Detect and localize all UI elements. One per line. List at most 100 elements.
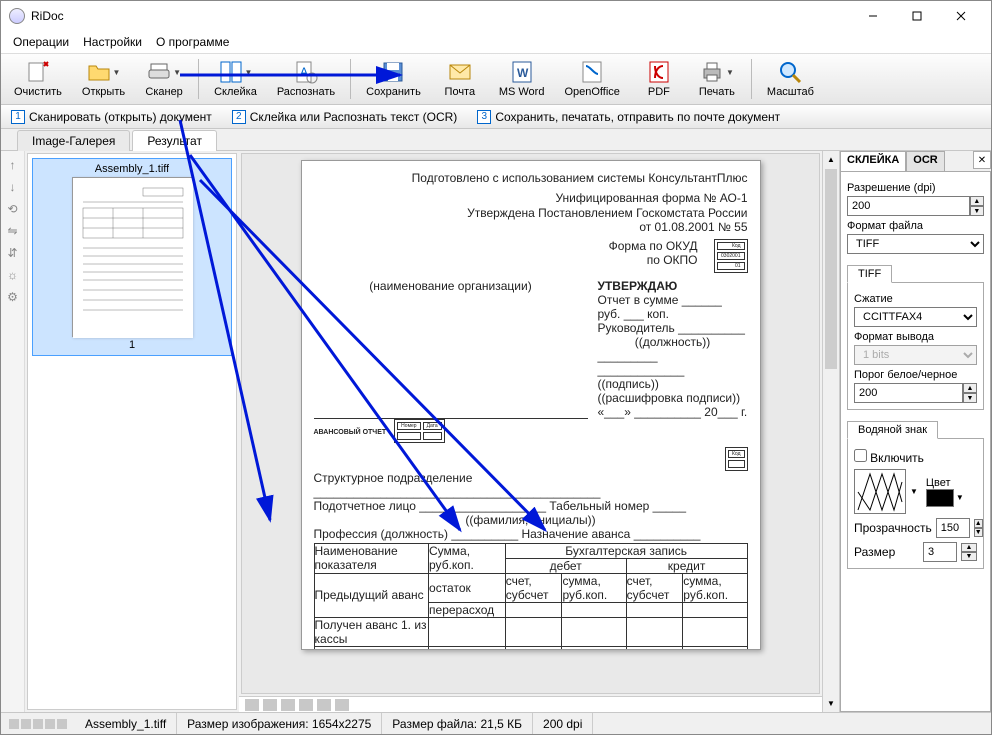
openoffice-icon bbox=[580, 60, 604, 84]
toolbar: Очистить ▼Открыть ▼Сканер ▼Склейка AРасп… bbox=[1, 53, 991, 105]
thumbnail-preview bbox=[72, 177, 192, 337]
folder-open-icon bbox=[87, 60, 111, 84]
thumbnail-index: 1 bbox=[129, 339, 135, 351]
scanner-icon bbox=[147, 60, 171, 84]
threshold-input[interactable] bbox=[854, 383, 963, 403]
arrow-down-icon[interactable]: ↓ bbox=[5, 179, 21, 195]
pdf-button[interactable]: PDF bbox=[631, 55, 687, 103]
flip-v-icon[interactable]: ⇵ bbox=[5, 245, 21, 261]
tab-ocr-panel[interactable]: OCR bbox=[906, 151, 944, 171]
save-button[interactable]: Сохранить bbox=[357, 55, 430, 103]
minimize-button[interactable] bbox=[851, 2, 895, 30]
word-icon: W bbox=[510, 60, 534, 84]
window-title: RiDoc bbox=[31, 9, 851, 23]
print-icon bbox=[700, 60, 724, 84]
watermark-subtab[interactable]: Водяной знак bbox=[847, 421, 938, 439]
status-dimensions: Размер изображения: 1654x2275 bbox=[177, 713, 382, 734]
preview-footer-dots bbox=[239, 696, 822, 712]
separator bbox=[751, 59, 752, 99]
thumbnail-panel: Assembly_1.tiff bbox=[27, 153, 237, 710]
menu-about[interactable]: О программе bbox=[150, 33, 235, 51]
hint-2: 2Склейка или Распознать текст (OCR) bbox=[232, 110, 458, 124]
splice-button[interactable]: ▼Склейка bbox=[205, 55, 266, 103]
tab-splice-panel[interactable]: СКЛЕЙКА bbox=[840, 151, 906, 171]
openoffice-button[interactable]: OpenOffice bbox=[555, 55, 628, 103]
ocr-icon: A bbox=[294, 60, 318, 84]
tab-result[interactable]: Результат bbox=[132, 130, 217, 151]
main-tabs: Image-Галерея Результат bbox=[1, 129, 991, 151]
menu-bar: Операции Настройки О программе bbox=[1, 31, 991, 53]
scroll-thumb[interactable] bbox=[825, 169, 837, 369]
wm-size-input[interactable] bbox=[923, 542, 957, 562]
title-bar: RiDoc bbox=[1, 1, 991, 31]
gear-icon[interactable]: ⚙ bbox=[5, 289, 21, 305]
status-filename: Assembly_1.tiff bbox=[75, 713, 177, 734]
preview-panel[interactable]: Подготовлено с использованием системы Ко… bbox=[241, 153, 820, 694]
output-label: Формат вывода bbox=[854, 331, 977, 343]
rotate-left-icon[interactable]: ⟲ bbox=[5, 201, 21, 217]
color-label: Цвет bbox=[926, 477, 964, 489]
watermark-checkbox[interactable] bbox=[854, 449, 867, 462]
scroll-down-icon[interactable]: ▼ bbox=[823, 695, 839, 712]
chevron-down-icon: ▼ bbox=[245, 68, 253, 77]
compression-label: Сжатие bbox=[854, 293, 977, 305]
tiff-subtab[interactable]: TIFF bbox=[847, 265, 892, 283]
opacity-input[interactable] bbox=[936, 518, 970, 538]
mail-button[interactable]: Почта bbox=[432, 55, 488, 103]
flip-h-icon[interactable]: ⇋ bbox=[5, 223, 21, 239]
panel-close-button[interactable]: ✕ bbox=[973, 151, 991, 169]
threshold-label: Порог белое/черное bbox=[854, 369, 977, 381]
app-icon bbox=[9, 8, 25, 24]
tab-gallery[interactable]: Image-Галерея bbox=[17, 130, 130, 151]
save-icon bbox=[381, 60, 405, 84]
output-select: 1 bits bbox=[854, 345, 977, 365]
thumbnail-item[interactable]: Assembly_1.tiff bbox=[32, 158, 232, 356]
word-button[interactable]: WMS Word bbox=[490, 55, 554, 103]
splice-icon bbox=[219, 60, 243, 84]
format-select[interactable]: TIFF bbox=[847, 234, 984, 254]
chevron-down-icon: ▼ bbox=[726, 68, 734, 77]
wm-size-label: Размер bbox=[854, 545, 919, 559]
separator bbox=[350, 59, 351, 99]
chevron-down-icon[interactable]: ▼ bbox=[956, 493, 964, 502]
thumbnail-filename: Assembly_1.tiff bbox=[95, 163, 169, 175]
zoom-button[interactable]: Масштаб bbox=[758, 55, 823, 103]
brightness-icon[interactable]: ☼ bbox=[5, 267, 21, 283]
main-area: ↑ ↓ ⟲ ⇋ ⇵ ☼ ⚙ Assembly_1.tiff bbox=[1, 151, 991, 712]
svg-text:W: W bbox=[517, 66, 529, 80]
scanner-button[interactable]: ▼Сканер bbox=[136, 55, 192, 103]
color-swatch[interactable] bbox=[926, 489, 954, 507]
format-label: Формат файла bbox=[847, 220, 984, 232]
clear-icon bbox=[26, 60, 50, 84]
scroll-up-icon[interactable]: ▲ bbox=[823, 151, 839, 168]
magnifier-icon bbox=[778, 60, 802, 84]
menu-settings[interactable]: Настройки bbox=[77, 33, 148, 51]
document-page: Подготовлено с использованием системы Ко… bbox=[301, 160, 761, 650]
doc-main-table: Наименование показателяСумма, руб.коп.Бу… bbox=[314, 543, 748, 650]
watermark-preview[interactable] bbox=[854, 469, 906, 514]
left-tool-strip: ↑ ↓ ⟲ ⇋ ⇵ ☼ ⚙ bbox=[1, 151, 25, 712]
opacity-spinner[interactable]: ▲▼ bbox=[974, 519, 983, 537]
compression-select[interactable]: CCITTFAX4 bbox=[854, 307, 977, 327]
dpi-spinner[interactable]: ▲▼ bbox=[970, 196, 984, 216]
status-bar: Assembly_1.tiff Размер изображения: 1654… bbox=[1, 712, 991, 734]
preview-scrollbar[interactable]: ▲ ▼ bbox=[822, 151, 839, 712]
ocr-button[interactable]: AРаспознать bbox=[268, 55, 344, 103]
watermark-enable[interactable]: Включить bbox=[854, 449, 977, 465]
chevron-down-icon[interactable]: ▼ bbox=[910, 487, 918, 496]
hint-bar: 1Сканировать (открыть) документ 2Склейка… bbox=[1, 105, 991, 129]
status-dots bbox=[1, 719, 75, 729]
mail-icon bbox=[448, 60, 472, 84]
open-button[interactable]: ▼Открыть bbox=[73, 55, 134, 103]
chevron-down-icon: ▼ bbox=[113, 68, 121, 77]
menu-operations[interactable]: Операции bbox=[7, 33, 75, 51]
threshold-spinner[interactable]: ▲▼ bbox=[963, 383, 977, 403]
wm-size-spinner[interactable]: ▲▼ bbox=[961, 543, 977, 561]
maximize-button[interactable] bbox=[895, 2, 939, 30]
clear-button[interactable]: Очистить bbox=[5, 55, 71, 103]
close-button[interactable] bbox=[939, 2, 983, 30]
dpi-input[interactable] bbox=[847, 196, 970, 216]
right-panel: СКЛЕЙКА OCR ✕ Разрешение (dpi) ▲▼ Формат… bbox=[839, 151, 991, 712]
arrow-up-icon[interactable]: ↑ bbox=[5, 157, 21, 173]
print-button[interactable]: ▼Печать bbox=[689, 55, 745, 103]
